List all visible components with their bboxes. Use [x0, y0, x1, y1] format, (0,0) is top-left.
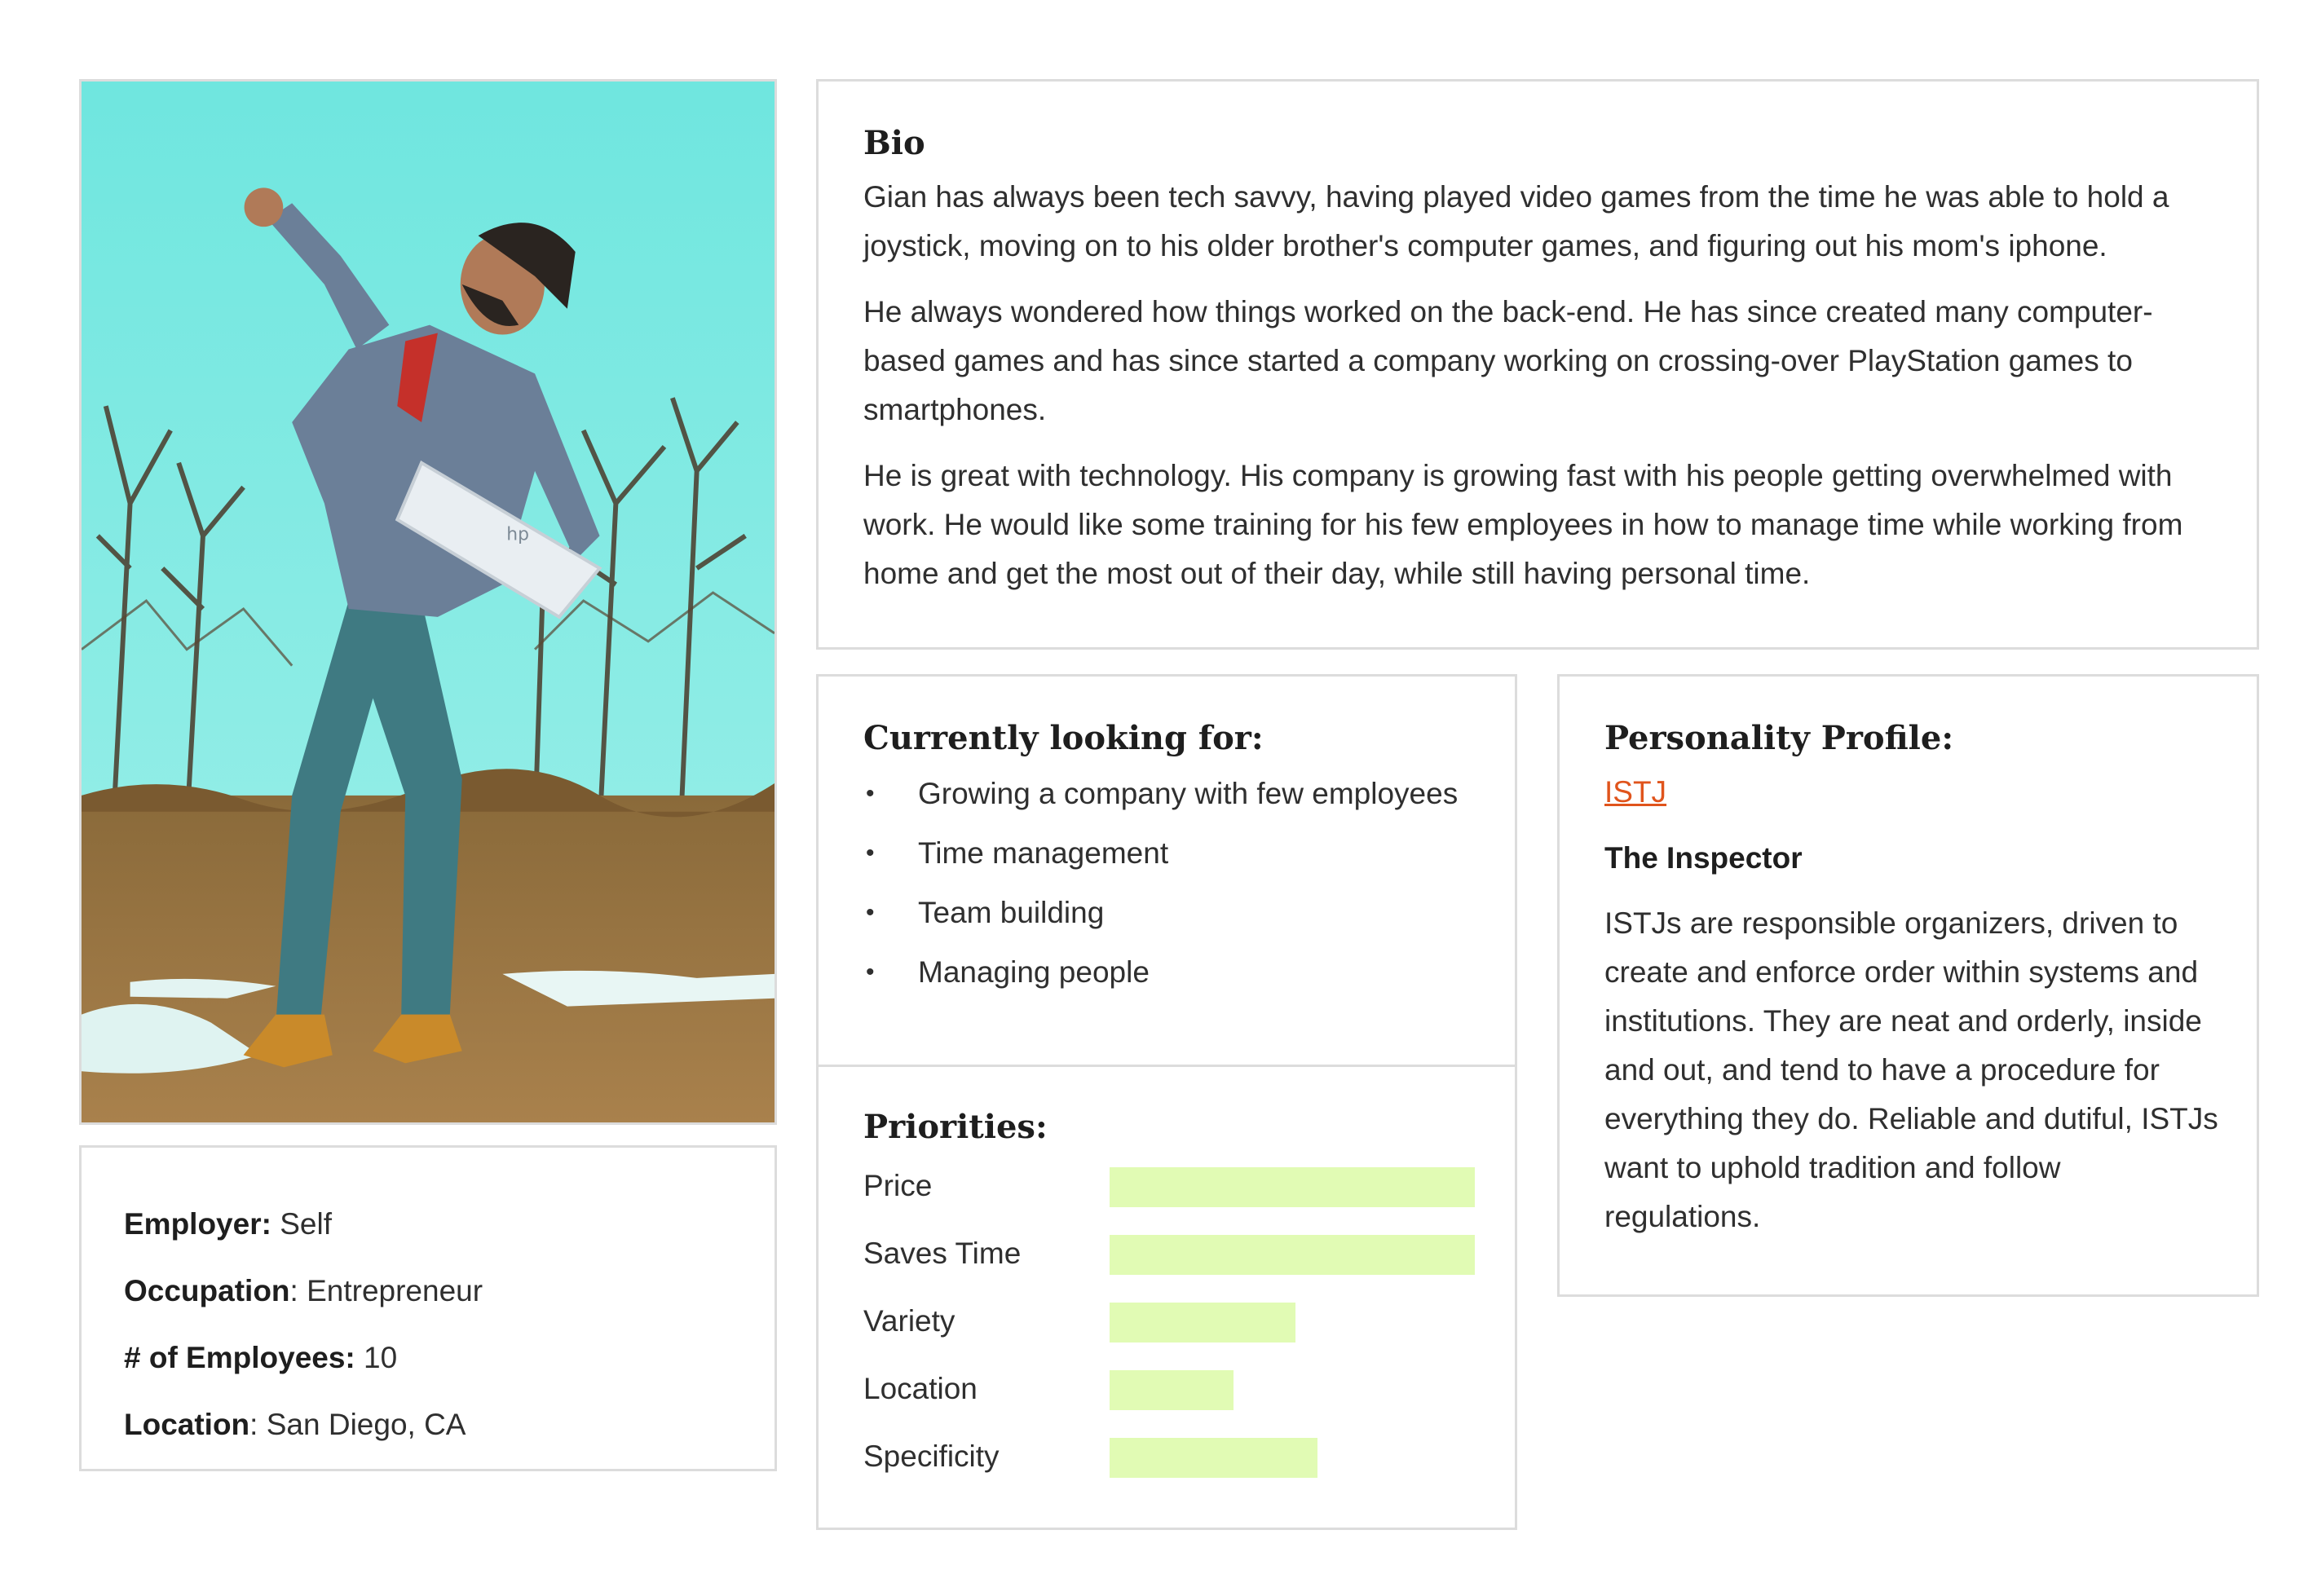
- info-card: Employer: Self Occupation: Entrepreneur …: [79, 1145, 777, 1471]
- priorities-card: Priorities: Price Saves Time Variety Loc…: [816, 1065, 1517, 1530]
- priority-bar: [1110, 1235, 1475, 1275]
- priority-bar: [1110, 1303, 1295, 1342]
- list-item: • Managing people: [863, 948, 1482, 997]
- personality-description: ISTJs are responsible organizers, driven…: [1604, 906, 2218, 1233]
- bullet-icon: •: [866, 780, 875, 807]
- looking-for-list: • Growing a company with few employees • T…: [863, 769, 1482, 997]
- list-item-label: Team building: [918, 896, 1105, 929]
- bio-title: Bio: [863, 124, 925, 162]
- occupation-value: : Entrepreneur: [289, 1274, 483, 1307]
- employer-row: Employer: Self: [124, 1191, 775, 1258]
- list-item-label: Time management: [918, 836, 1169, 870]
- priority-row: Price: [863, 1162, 1475, 1229]
- bullet-icon: •: [866, 899, 875, 926]
- priority-row: Specificity: [863, 1432, 1474, 1500]
- employer-label: Employer:: [124, 1207, 271, 1241]
- priority-label: Location: [863, 1372, 978, 1405]
- employer-value: Self: [271, 1207, 332, 1241]
- list-item: • Team building: [863, 888, 1482, 937]
- profile-photo: hp: [79, 79, 777, 1125]
- priority-bar: [1110, 1167, 1475, 1207]
- bio-paragraph: He always wondered how things worked on …: [863, 295, 2153, 426]
- looking-for-title: Currently looking for:: [863, 719, 1264, 757]
- employees-row: # of Employees: 10: [124, 1325, 775, 1391]
- bio-card: Bio Gian has always been tech savvy, hav…: [816, 79, 2259, 650]
- list-item: • Growing a company with few employees: [863, 769, 1482, 818]
- personality-type-link[interactable]: ISTJ: [1604, 768, 1666, 817]
- bio-paragraph: Gian has always been tech savvy, having …: [863, 180, 2169, 262]
- priority-row: Variety: [863, 1297, 1474, 1365]
- occupation-label: Occupation: [124, 1274, 290, 1307]
- employees-value: 10: [355, 1341, 398, 1374]
- priority-label: Variety: [863, 1304, 955, 1338]
- svg-text:hp: hp: [506, 524, 529, 544]
- profile-photo-image: hp: [82, 82, 775, 1122]
- occupation-row: Occupation: Entrepreneur: [124, 1258, 775, 1325]
- priority-label: Price: [863, 1169, 933, 1202]
- priority-row: Location: [863, 1365, 1474, 1432]
- priority-row: Saves Time: [863, 1229, 1475, 1297]
- personality-title: Personality Profile:: [1604, 719, 1954, 757]
- bio-paragraph: He is great with technology. His company…: [863, 459, 2183, 590]
- personality-card: Personality Profile: ISTJ The Inspector …: [1557, 674, 2259, 1297]
- priority-label: Saves Time: [863, 1237, 1022, 1270]
- personality-subtitle: The Inspector: [1604, 841, 1803, 875]
- priority-label: Specificity: [863, 1439, 1000, 1473]
- priorities-title: Priorities:: [863, 1108, 1048, 1146]
- priority-bar: [1110, 1438, 1317, 1478]
- bullet-icon: •: [866, 840, 875, 866]
- location-row: Location: San Diego, CA: [124, 1391, 775, 1458]
- priority-bar: [1110, 1370, 1234, 1410]
- list-item-label: Growing a company with few employees: [918, 777, 1459, 810]
- employees-label: # of Employees:: [124, 1341, 355, 1374]
- bullet-icon: •: [866, 959, 875, 985]
- list-item: • Time management: [863, 829, 1482, 878]
- list-item-label: Managing people: [918, 955, 1150, 989]
- looking-for-card: Currently looking for: • Growing a compan…: [816, 674, 1517, 1074]
- location-value: : San Diego, CA: [249, 1408, 466, 1441]
- location-label: Location: [124, 1408, 250, 1441]
